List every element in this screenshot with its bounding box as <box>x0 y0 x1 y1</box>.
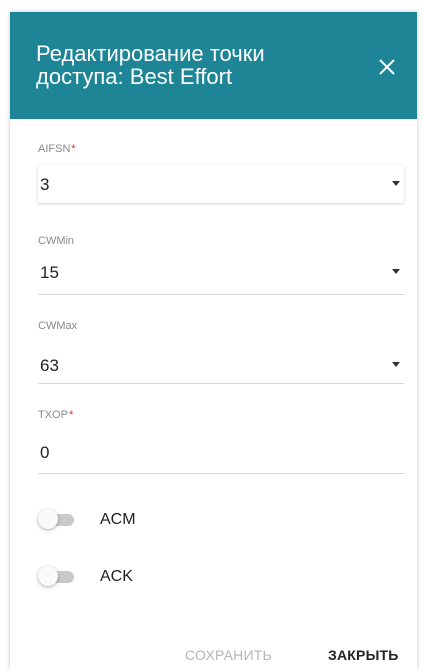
txop-underline <box>38 473 404 474</box>
chevron-down-icon <box>392 181 400 186</box>
cwmax-select[interactable]: 63 <box>38 346 404 384</box>
close-button[interactable]: ЗАКРЫТЬ <box>328 647 398 663</box>
cwmin-value: 15 <box>40 263 59 282</box>
edit-access-point-dialog: Редактирование точки доступа: Best Effor… <box>10 12 417 670</box>
toggle-knob <box>38 509 58 529</box>
aifsn-label: AIFSN* <box>38 143 76 155</box>
cwmax-label: CWMax <box>38 320 78 332</box>
chevron-down-icon <box>392 269 400 274</box>
cwmin-label: CWMin <box>38 235 75 247</box>
txop-label: TXOP* <box>38 409 74 421</box>
cwmax-underline <box>38 383 404 384</box>
txop-input[interactable]: 0 <box>38 433 404 471</box>
aifsn-select[interactable]: 3 <box>38 165 404 203</box>
required-marker: * <box>68 409 74 421</box>
close-icon[interactable] <box>375 55 399 79</box>
aifsn-value: 3 <box>40 175 50 194</box>
toggle-knob <box>38 566 58 586</box>
save-button[interactable]: СОХРАНИТЬ <box>185 647 272 663</box>
cwmax-value: 63 <box>40 356 59 375</box>
acm-label: ACM <box>100 511 136 528</box>
chevron-down-icon <box>392 362 400 367</box>
dialog-title: Редактирование точки доступа: Best Effor… <box>36 41 265 89</box>
dialog-header: Редактирование точки доступа: Best Effor… <box>10 12 417 119</box>
required-marker: * <box>71 143 76 155</box>
ack-label: ACK <box>100 568 133 585</box>
cwmin-select[interactable]: 15 <box>38 253 404 291</box>
txop-value: 0 <box>40 443 50 462</box>
page-background: Редактирование точки доступа: Best Effor… <box>0 0 423 670</box>
cwmin-underline <box>38 294 404 295</box>
